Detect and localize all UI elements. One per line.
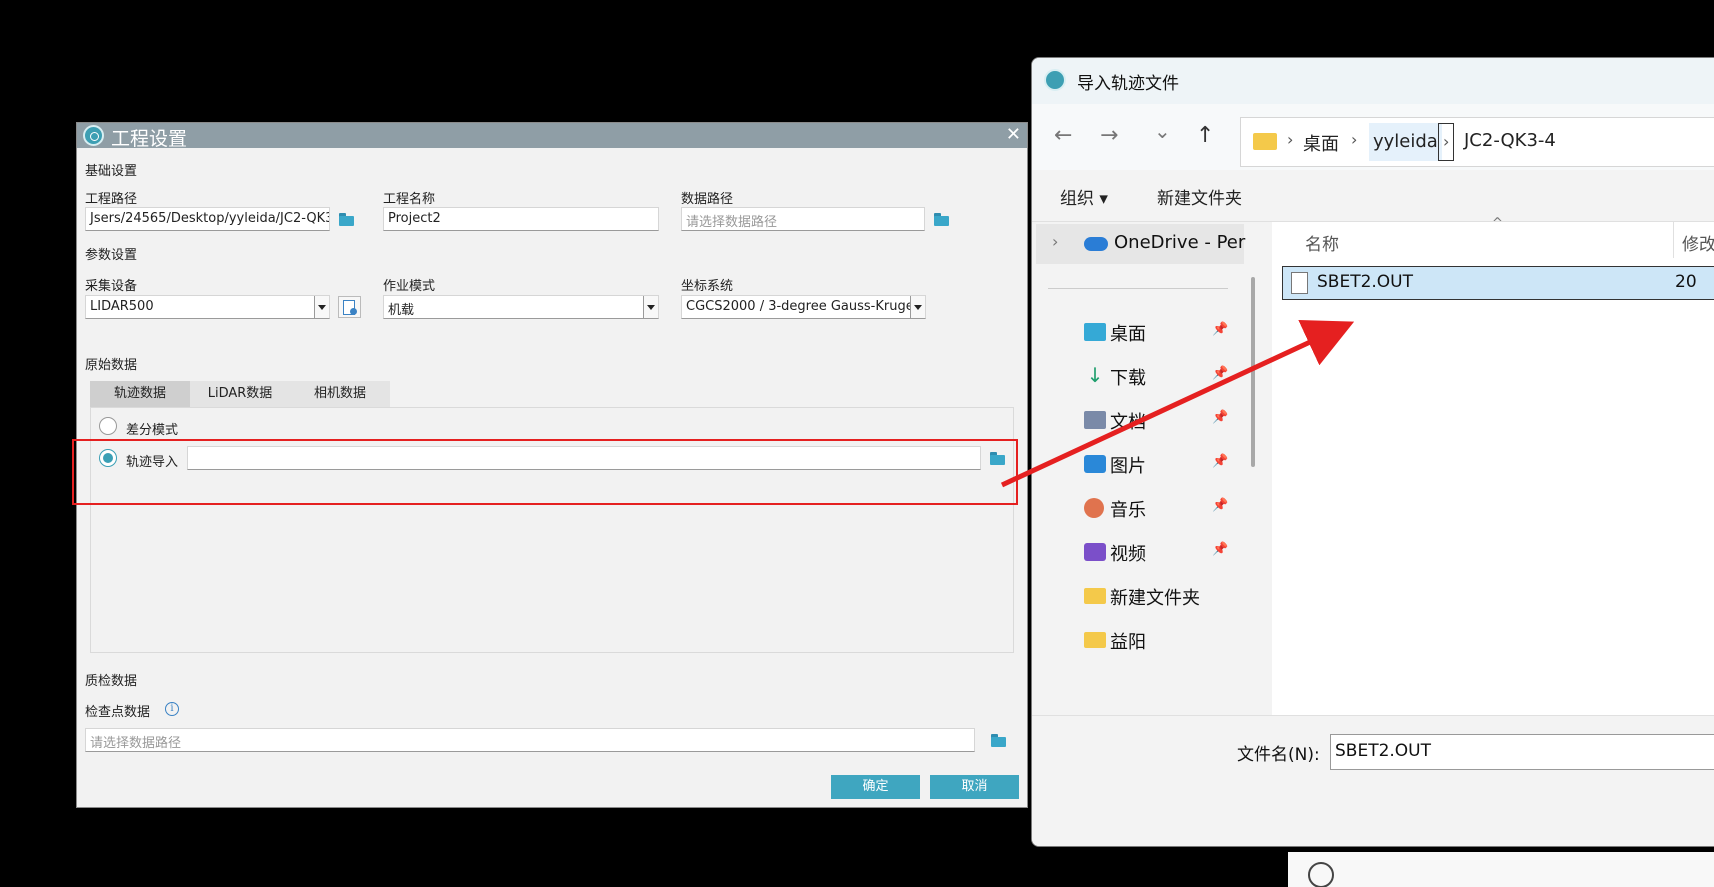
taskbar-peek <box>1288 852 1714 887</box>
search-icon[interactable] <box>1308 862 1334 887</box>
annotation-arrow <box>1000 319 1355 488</box>
